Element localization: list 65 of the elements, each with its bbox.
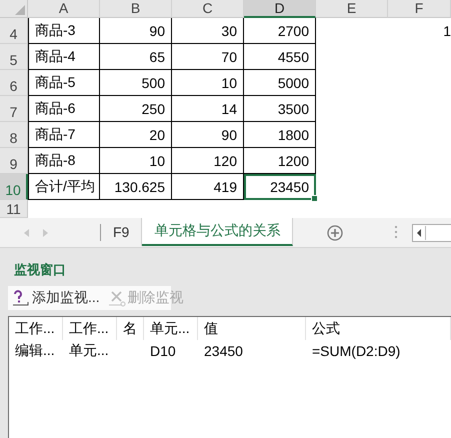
panel-title: 监视窗口 — [14, 261, 66, 279]
column-header[interactable]: 工作... — [63, 317, 117, 340]
table-cell: 商品-7 — [28, 122, 100, 148]
more-icon[interactable] — [395, 226, 398, 239]
column-header[interactable]: A — [28, 0, 100, 18]
table-cell: 14 — [172, 96, 244, 122]
column-header[interactable]: D — [244, 0, 316, 18]
table-cell: 1200 — [244, 148, 316, 174]
table-cell: 419 — [172, 174, 244, 200]
table-cell: 10 — [172, 70, 244, 96]
watch-toolbar-button[interactable]: 添加监视... — [12, 289, 100, 307]
row-header[interactable]: 10 — [0, 174, 28, 200]
table-cell: 商品-4 — [28, 44, 100, 70]
column-header[interactable]: 名 — [117, 317, 144, 340]
table-cell: 70 — [172, 44, 244, 70]
column-header[interactable]: F — [388, 0, 451, 18]
list-cell: D10 — [150, 343, 176, 359]
add-watch-icon — [12, 289, 30, 307]
table-cell: 250 — [100, 96, 172, 122]
table-cell: 3500 — [244, 96, 316, 122]
delete-watch-icon — [108, 289, 126, 307]
list-cell: 23450 — [204, 343, 243, 359]
table-cell: 120 — [172, 148, 244, 174]
column-header[interactable]: 单元... — [144, 317, 198, 340]
list-cell: =SUM(D2:D9) — [312, 343, 400, 359]
horizontal-scrollbar[interactable] — [412, 224, 451, 242]
row-header[interactable]: 6 — [0, 70, 28, 96]
table-cell: 65 — [100, 44, 172, 70]
add-sheet-icon[interactable] — [327, 224, 344, 240]
table-cell: 商品-3 — [28, 18, 100, 44]
row-header[interactable]: 9 — [0, 148, 28, 174]
table-cell: 1 — [443, 23, 451, 39]
table-cell: 500 — [100, 70, 172, 96]
table-cell: 130.625 — [100, 174, 172, 200]
column-header[interactable]: 值 — [198, 317, 306, 340]
row-header[interactable]: 7 — [0, 96, 28, 122]
list-cell: 单元... — [69, 342, 109, 360]
fill-handle[interactable] — [311, 195, 318, 202]
table-cell: 10 — [100, 148, 172, 174]
select-all-icon[interactable] — [15, 5, 25, 15]
row-header[interactable]: 5 — [0, 44, 28, 70]
column-header[interactable]: C — [172, 0, 244, 18]
table-cell: 4550 — [244, 44, 316, 70]
scroll-right-icon[interactable] — [43, 228, 48, 236]
sheet-tab[interactable]: 单元格与公式的关系 — [142, 218, 294, 246]
table-cell: 5000 — [244, 70, 316, 96]
row-header[interactable]: 4 — [0, 18, 28, 44]
list-cell: 编辑... — [15, 342, 55, 360]
table-cell: 90 — [100, 18, 172, 44]
table-cell: 合计/平均 — [28, 174, 100, 200]
row-header[interactable]: 11 — [0, 200, 28, 218]
table-cell: 1800 — [244, 122, 316, 148]
column-header[interactable]: B — [100, 0, 172, 18]
column-header[interactable]: E — [316, 0, 388, 18]
table-cell: 商品-8 — [28, 148, 100, 174]
table-cell: 23450 — [244, 174, 316, 200]
row-header[interactable]: 8 — [0, 122, 28, 148]
column-header[interactable]: 工作... — [9, 317, 63, 340]
table-cell: 商品-6 — [28, 96, 100, 122]
table-cell: 30 — [172, 18, 244, 44]
table-cell: 2700 — [244, 18, 316, 44]
table-cell: 商品-5 — [28, 70, 100, 96]
table-cell: 90 — [172, 122, 244, 148]
column-header[interactable]: 公式 — [306, 317, 451, 340]
table-cell: 20 — [100, 122, 172, 148]
